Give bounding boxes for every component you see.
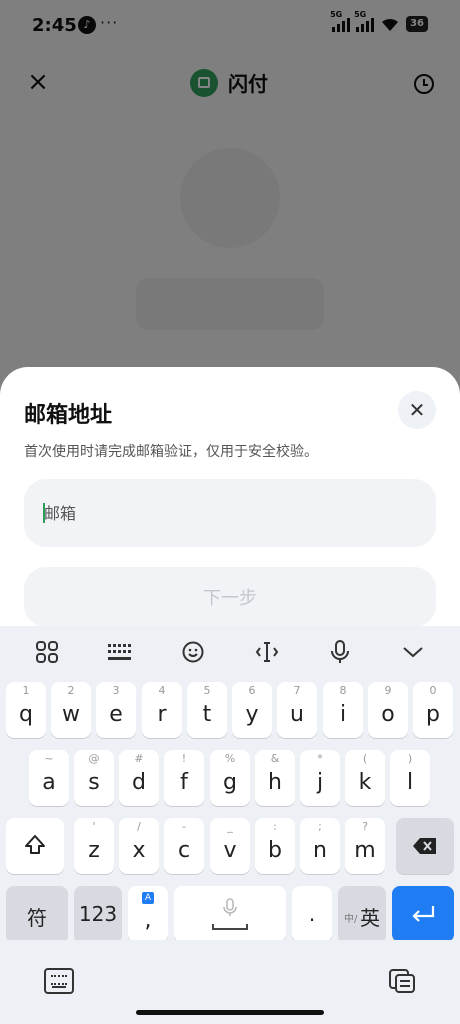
- shift-key[interactable]: [6, 818, 64, 874]
- key-u[interactable]: 7u: [277, 682, 317, 738]
- english-mode-badge: A: [142, 892, 154, 904]
- shift-icon: [25, 835, 45, 854]
- key-a[interactable]: ~ a: [29, 750, 69, 806]
- key-s[interactable]: @ s: [74, 750, 114, 806]
- key-g[interactable]: % g: [210, 750, 250, 806]
- language-switch-key[interactable]: 中/ 英: [338, 886, 386, 942]
- email-field-container[interactable]: [24, 479, 436, 547]
- keyboard-switch-icon[interactable]: [44, 968, 74, 994]
- sheet-title: 邮箱地址: [24, 403, 113, 428]
- comma-key[interactable]: A ,: [128, 886, 168, 942]
- number-key[interactable]: 123: [74, 886, 122, 942]
- sheet-description: 首次使用时请完成邮箱验证，仅用于安全校验。: [24, 444, 318, 460]
- next-step-button[interactable]: 下一步: [24, 567, 436, 627]
- sheet-close-button[interactable]: ✕: [398, 391, 436, 429]
- email-field[interactable]: [44, 499, 404, 527]
- keyboard-layout-icon[interactable]: [102, 634, 138, 670]
- key-t[interactable]: 5t: [187, 682, 227, 738]
- key-m[interactable]: ? m: [345, 818, 385, 874]
- key-e[interactable]: 3e: [96, 682, 136, 738]
- dim-overlay[interactable]: [0, 0, 460, 400]
- space-bar-icon: [212, 924, 248, 930]
- key-z[interactable]: ' z: [74, 818, 114, 874]
- enter-key[interactable]: [392, 886, 454, 942]
- background-app: 2:45 ♪ ··· 5G 5G 36 × 闪付: [0, 0, 460, 400]
- voice-input-icon: [223, 898, 237, 916]
- key-q[interactable]: 1q: [6, 682, 46, 738]
- key-c[interactable]: -c: [164, 818, 204, 874]
- backspace-icon: [413, 838, 436, 854]
- emoji-icon[interactable]: [175, 634, 211, 670]
- apps-grid-icon[interactable]: [29, 634, 65, 670]
- key-i[interactable]: 8i: [323, 682, 363, 738]
- key-r[interactable]: 4r: [142, 682, 182, 738]
- home-indicator[interactable]: [136, 1010, 324, 1015]
- space-key[interactable]: [174, 886, 286, 942]
- key-x[interactable]: / x: [119, 818, 159, 874]
- key-b[interactable]: :b: [255, 818, 295, 874]
- symbol-key[interactable]: 符: [6, 886, 68, 942]
- cursor-move-icon[interactable]: [249, 634, 285, 670]
- enter-icon: [412, 906, 435, 922]
- keyboard-toolbar: [0, 626, 460, 678]
- key-v[interactable]: _ v: [210, 818, 250, 874]
- key-l[interactable]: ) l: [390, 750, 430, 806]
- key-f[interactable]: ! f: [164, 750, 204, 806]
- key-k[interactable]: (k: [345, 750, 385, 806]
- backspace-key[interactable]: [396, 818, 454, 874]
- key-h[interactable]: & h: [255, 750, 295, 806]
- key-d[interactable]: # d: [119, 750, 159, 806]
- key-n[interactable]: ; n: [300, 818, 340, 874]
- key-y[interactable]: 6y: [232, 682, 272, 738]
- navigation-bar: [0, 940, 460, 1024]
- clipboard-icon[interactable]: [388, 966, 416, 994]
- close-icon: ✕: [408, 398, 426, 422]
- microphone-icon[interactable]: [322, 634, 358, 670]
- period-key[interactable]: .: [292, 886, 332, 942]
- key-j[interactable]: * j: [300, 750, 340, 806]
- text-caret: [43, 503, 45, 523]
- key-w[interactable]: 2w: [51, 682, 91, 738]
- key-o[interactable]: 9o: [368, 682, 408, 738]
- key-p[interactable]: 0p: [413, 682, 453, 738]
- chevron-down-icon[interactable]: [395, 634, 431, 670]
